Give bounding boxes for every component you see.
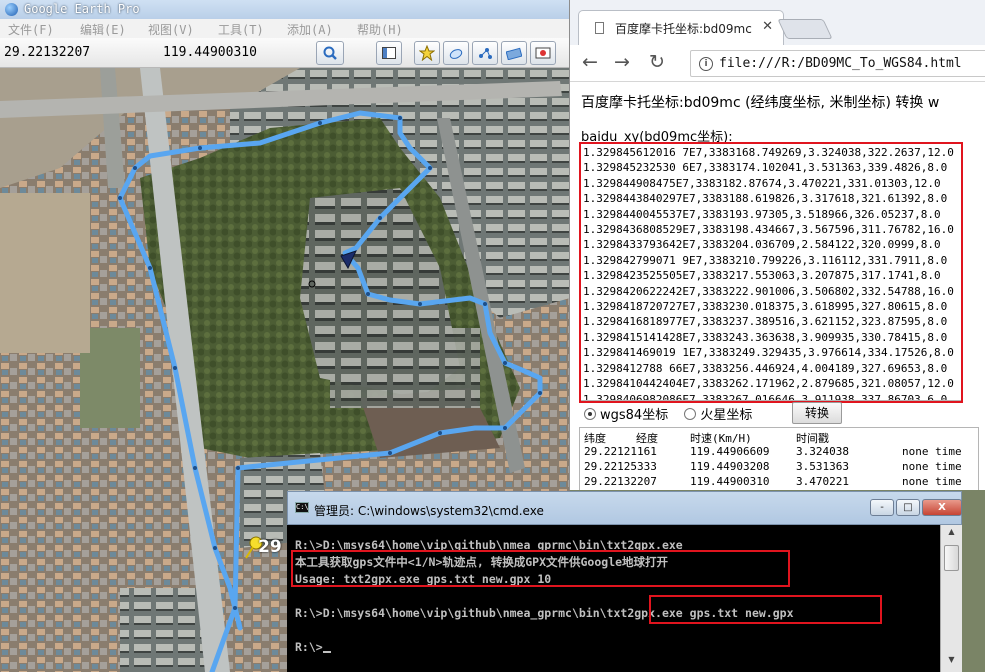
info-icon[interactable]: i xyxy=(699,57,713,71)
browser-tab[interactable]: 百度摩卡托坐标:bd09mc ✕ xyxy=(578,10,784,45)
menu-file[interactable]: 文件(F) xyxy=(8,21,54,38)
record-tour-icon xyxy=(535,47,551,59)
new-tab-button[interactable] xyxy=(777,19,833,39)
page-content: 百度摩卡托坐标:bd09mc (经纬度坐标, 米制坐标) 转换 w baidu_… xyxy=(570,82,985,490)
forward-arrow-icon[interactable]: → xyxy=(614,53,630,72)
close-button[interactable]: X xyxy=(922,499,962,516)
output-row: 29.22125333 119.44903208 3.531363 none time xyxy=(584,459,978,474)
cell-timestamp: none time xyxy=(902,460,962,473)
radio-mars[interactable] xyxy=(684,408,697,420)
output-header-row: 纬度 经度 时速(Km/H) 时间戳 xyxy=(584,429,978,445)
coordinate-type-radio-group: wgs84坐标 火星坐标 xyxy=(584,404,752,423)
text-cursor xyxy=(322,651,331,653)
reload-icon[interactable]: ↻ xyxy=(649,53,665,72)
cmd-prompt-line: R:\> xyxy=(295,639,939,656)
google-earth-menu-bar: 文件(F) 编辑(E) 视图(V) 工具(T) 添加(A) 帮助(H) xyxy=(0,19,570,38)
output-row: 29.22132207 119.44900310 3.470221 none time xyxy=(584,474,978,489)
polygon-icon xyxy=(449,49,463,59)
output-textarea[interactable]: 纬度 经度 时速(Km/H) 时间戳 29.22121161 119.449066… xyxy=(579,427,979,490)
radio-wgs84[interactable] xyxy=(584,408,596,420)
cell-latitude: 29.22121161 xyxy=(584,445,657,458)
google-earth-logo-icon xyxy=(5,3,18,16)
cmd-title-bar: C:\ 管理员: C:\windows\system32\cmd.exe - □… xyxy=(287,491,962,525)
longitude-readout[interactable]: 119.44900310 xyxy=(163,45,257,60)
google-earth-title: Google Earth Pro xyxy=(24,2,140,16)
cmd-icon: C:\ xyxy=(295,502,309,513)
output-rows: 29.22121161 119.44906609 3.324038 none time… xyxy=(584,444,978,489)
cmd-line xyxy=(295,622,939,639)
google-earth-toolbar: 29.22132207 119.44900310 xyxy=(0,38,570,68)
minimize-button[interactable]: - xyxy=(870,499,894,516)
overlay-icon xyxy=(506,47,522,60)
google-earth-title-bar: Google Earth Pro xyxy=(0,0,570,19)
address-bar[interactable]: i file:///R:/BD09MC_To_WGS84.html xyxy=(690,50,985,77)
add-image-overlay-button[interactable] xyxy=(501,41,527,65)
radio-mars-label: 火星坐标 xyxy=(700,408,753,423)
page-heading: 百度摩卡托坐标:bd09mc (经纬度坐标, 米制坐标) 转换 w xyxy=(581,95,940,111)
browser-tab-bar: 百度摩卡托坐标:bd09mc ✕ xyxy=(570,0,985,45)
back-arrow-icon[interactable]: ← xyxy=(582,53,598,72)
search-button[interactable] xyxy=(316,41,344,65)
highlight-box-coordinates xyxy=(579,142,963,403)
cell-timestamp: none time xyxy=(902,445,962,458)
search-icon xyxy=(323,46,337,60)
output-row: 29.22121161 119.44906609 3.324038 none time xyxy=(584,444,978,459)
sidebar-icon xyxy=(382,47,396,59)
cell-speed: 3.470221 xyxy=(796,475,849,488)
add-path-button[interactable] xyxy=(472,41,498,65)
cell-longitude: 119.44900310 xyxy=(690,475,770,488)
add-polygon-button[interactable] xyxy=(443,41,469,65)
highlight-box-command xyxy=(649,595,882,624)
menu-view[interactable]: 视图(V) xyxy=(148,21,194,38)
record-tour-button[interactable] xyxy=(530,41,556,65)
cmd-title: 管理员: C:\windows\system32\cmd.exe xyxy=(314,504,544,518)
tab-title: 百度摩卡托坐标:bd09mc xyxy=(615,22,752,36)
radio-wgs84-label: wgs84坐标 xyxy=(600,408,669,423)
placemark-icon xyxy=(419,45,435,61)
sidebar-toggle-button[interactable] xyxy=(376,41,402,65)
cell-timestamp: none time xyxy=(902,475,962,488)
close-tab-icon[interactable]: ✕ xyxy=(762,19,773,34)
address-bar-url: file:///R:/BD09MC_To_WGS84.html xyxy=(719,56,962,71)
scroll-up-icon[interactable]: ▲ xyxy=(944,527,959,542)
cell-speed: 3.531363 xyxy=(796,460,849,473)
cmd-window: C:\ 管理员: C:\windows\system32\cmd.exe - □… xyxy=(287,491,962,672)
highlight-box-usage xyxy=(291,550,790,587)
scroll-thumb[interactable] xyxy=(944,545,959,571)
path-icon xyxy=(479,48,492,59)
menu-add[interactable]: 添加(A) xyxy=(287,21,333,38)
cmd-scrollbar[interactable]: ▲ ▼ xyxy=(940,525,962,672)
latitude-readout[interactable]: 29.22132207 xyxy=(4,45,90,60)
menu-tools[interactable]: 工具(T) xyxy=(218,21,264,38)
cmd-prompt: R:\> xyxy=(295,640,323,654)
menu-help[interactable]: 帮助(H) xyxy=(357,21,403,38)
add-placemark-button[interactable] xyxy=(414,41,440,65)
browser-nav-bar: ← → ↻ i file:///R:/BD09MC_To_WGS84.html xyxy=(570,45,985,82)
cell-latitude: 29.22132207 xyxy=(584,475,657,488)
cell-latitude: 29.22125333 xyxy=(584,460,657,473)
browser-window: 百度摩卡托坐标:bd09mc ✕ ← → ↻ i file:///R:/BD09… xyxy=(569,0,985,490)
document-icon xyxy=(595,22,604,34)
cell-speed: 3.324038 xyxy=(796,445,849,458)
scroll-down-icon[interactable]: ▼ xyxy=(944,655,959,670)
pushpin-label: 29 xyxy=(258,537,282,557)
menu-edit[interactable]: 编辑(E) xyxy=(80,21,126,38)
cell-longitude: 119.44903208 xyxy=(690,460,770,473)
convert-button[interactable]: 转换 xyxy=(792,402,842,424)
maximize-button[interactable]: □ xyxy=(896,499,920,516)
cell-longitude: 119.44906609 xyxy=(690,445,770,458)
